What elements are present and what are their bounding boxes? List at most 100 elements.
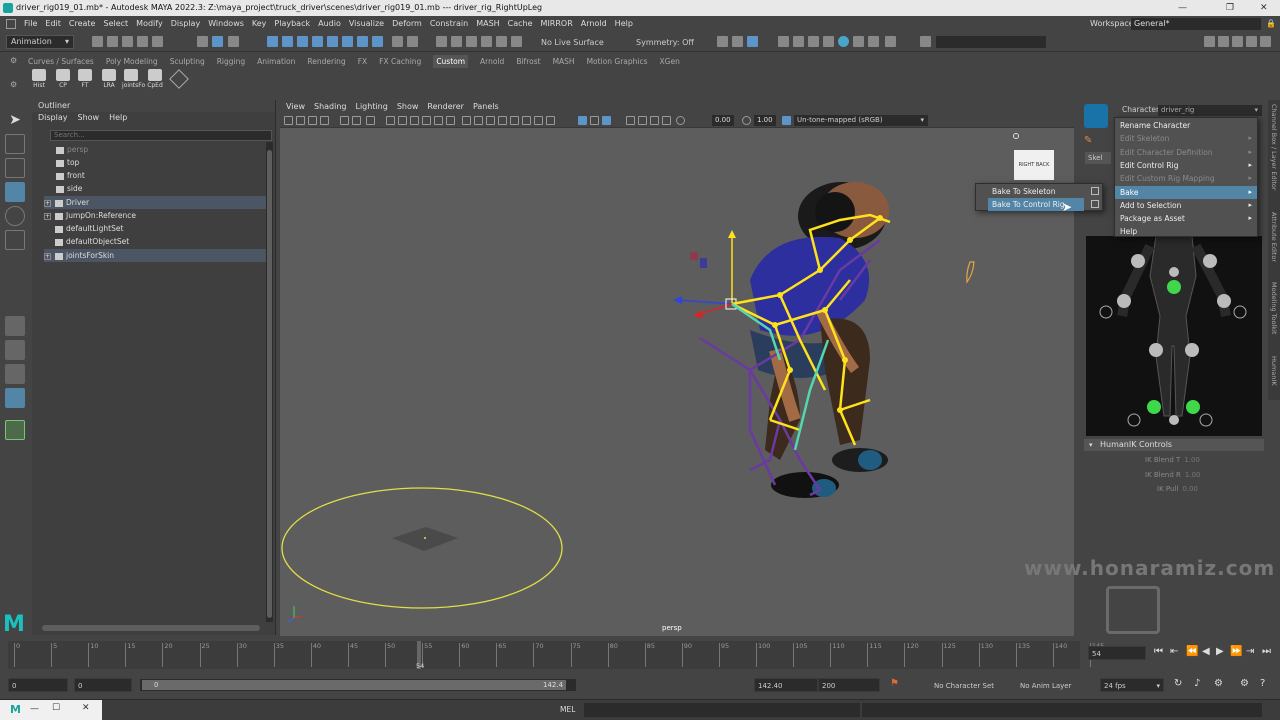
shelf-tab-curves-surfaces[interactable]: Curves / Surfaces [28,55,94,68]
redo-icon[interactable] [152,36,163,47]
outliner-item-defaultobjectset[interactable]: +defaultObjectSet [44,235,266,248]
outliner-item-jumpon-reference[interactable]: + JumpOn:Reference [44,209,266,222]
menu-cache[interactable]: Cache [508,16,533,32]
shelf-tab-sculpting[interactable]: Sculpting [170,55,205,68]
outliner-item-jointsforskin[interactable]: + jointsForSkin [44,249,266,262]
range-slider[interactable]: 0 142.4 [140,679,576,691]
menu-modify[interactable]: Modify [136,16,163,32]
viewport[interactable]: RIGHT BACK [280,100,1074,636]
scale-tool-icon[interactable] [5,230,25,250]
menu-create[interactable]: Create [69,16,96,32]
search-icon[interactable] [5,420,25,440]
taskbar-maximize-icon[interactable]: ☐ [52,703,60,713]
menu-file[interactable]: File [24,16,37,32]
sound-icon[interactable]: ♪ [1194,678,1200,689]
safe-action-icon[interactable] [434,116,443,125]
outliner-item-defaultlightset[interactable]: +defaultLightSet [44,222,266,235]
maximize-icon[interactable]: ❐ [1226,0,1234,16]
select-hierarchy-icon[interactable] [197,36,208,47]
anim-prefs-icon[interactable]: ⚙ [1214,678,1223,689]
menu-help[interactable]: Help [615,16,633,32]
lasso-tool-icon[interactable] [5,134,25,154]
grid-icon[interactable] [366,116,375,125]
construction-history-icon[interactable] [747,36,758,47]
play-backward-icon[interactable]: ◀ [1202,646,1210,657]
two-view-icon[interactable] [5,364,25,384]
shelf-settings-icon[interactable]: ⚙ [10,56,18,65]
submenu-item-bake-to-skeleton[interactable]: Bake To Skeleton [988,185,1084,198]
smooth-shade-icon[interactable] [474,116,483,125]
menu-item-edit-control-rig[interactable]: Edit Control Rig ▸ [1115,159,1257,172]
mel-label[interactable]: MEL [560,705,575,714]
move-x-arrow-icon[interactable] [693,310,703,318]
film-gate-icon[interactable] [386,116,395,125]
magnet-surface-icon[interactable] [466,36,477,47]
render-view-icon[interactable] [778,36,789,47]
shelf-tab-animation[interactable]: Animation [257,55,295,68]
image-plane-icon[interactable] [320,116,329,125]
ik-row-1[interactable]: IK Blend R 1.00 [1145,470,1201,481]
character-model[interactable] [750,182,889,498]
outliner-menu-show[interactable]: Show [78,113,100,122]
playback-end-field[interactable]: 142.40 [754,678,818,692]
snap-pivot-icon[interactable] [357,36,368,47]
menu-item-rename-character[interactable]: Rename Character [1115,119,1257,132]
xray-icon[interactable] [578,116,587,125]
magnet-icon[interactable] [451,36,462,47]
bookmark-icon[interactable] [308,116,317,125]
snap-grid-icon[interactable] [267,36,278,47]
side-tab-2[interactable]: Modeling Toolkit [1270,282,1278,334]
move-z-arrow-icon[interactable] [673,296,682,304]
shelf-button-hist[interactable]: Hist [30,69,48,91]
preferences-icon[interactable]: ⚙ [1240,678,1249,689]
undo-icon[interactable] [137,36,148,47]
hypershade-icon[interactable] [838,36,849,47]
go-to-end-icon[interactable]: ⏭ [1262,646,1271,657]
viewport-menu-panels[interactable]: Panels [473,102,499,111]
go-to-start-icon[interactable]: ⏮ [1154,646,1163,657]
menu-mirror[interactable]: MIRROR [541,16,573,32]
shelf-button-ft[interactable]: FT [76,69,94,91]
side-tab-0[interactable]: Channel Box / Layer Editor [1270,104,1278,191]
viewcube[interactable]: RIGHT BACK [1014,150,1054,180]
menu-deform[interactable]: Deform [392,16,422,32]
fps-dropdown[interactable]: 24 fps ▾ [1100,678,1164,692]
grease-pencil-icon[interactable] [340,116,349,125]
play-forward-icon[interactable]: ▶ [1216,646,1224,657]
menu-edit[interactable]: Edit [45,16,61,32]
shelf-button-cp[interactable]: CP [54,69,72,91]
shelf-tab-fx-caching[interactable]: FX Caching [379,55,421,68]
save-scene-icon[interactable] [122,36,133,47]
outliner-search-input[interactable]: Search... [50,130,272,141]
field-chart-icon[interactable] [422,116,431,125]
render-icon[interactable] [793,36,804,47]
orphan-control[interactable] [966,261,975,284]
rotate-tool-icon[interactable] [5,206,25,226]
home-icon[interactable] [1013,133,1019,139]
select-objects-icon[interactable] [212,36,223,47]
scene-start-field[interactable]: 0 [8,678,68,692]
shelf-tab-rigging[interactable]: Rigging [217,55,245,68]
auto-key-icon[interactable]: ⚑ [890,678,899,689]
layout-icon[interactable] [1204,36,1215,47]
shadows-icon[interactable] [522,116,531,125]
menu-item-package-as-asset[interactable]: Package as Asset ▸ [1115,212,1257,225]
command-input[interactable] [936,36,1046,48]
modeling-toolkit-icon[interactable] [1260,36,1271,47]
menu-item-add-to-selection[interactable]: Add to Selection ▸ [1115,199,1257,212]
menu-key[interactable]: Key [252,16,267,32]
taskbar-minimize-icon[interactable]: — [30,704,39,714]
snap-curve-icon[interactable] [282,36,293,47]
view-transform-icon[interactable] [782,116,791,125]
workspace-dropdown[interactable]: General* [1131,18,1261,30]
menu-audio[interactable]: Audio [318,16,341,32]
shelf-menu-icon[interactable]: ⚙ [10,80,18,89]
shelf-tab-rendering[interactable]: Rendering [307,55,345,68]
viewport-menu-lighting[interactable]: Lighting [355,102,387,111]
expand-icon[interactable]: + [44,212,51,220]
scene-end-field[interactable]: 200 [818,678,880,692]
viewport-menu-view[interactable]: View [286,102,305,111]
ik-row-2[interactable]: IK Pull 0.00 [1157,484,1198,495]
pause-icon[interactable] [885,36,896,47]
wireframe-icon[interactable] [462,116,471,125]
